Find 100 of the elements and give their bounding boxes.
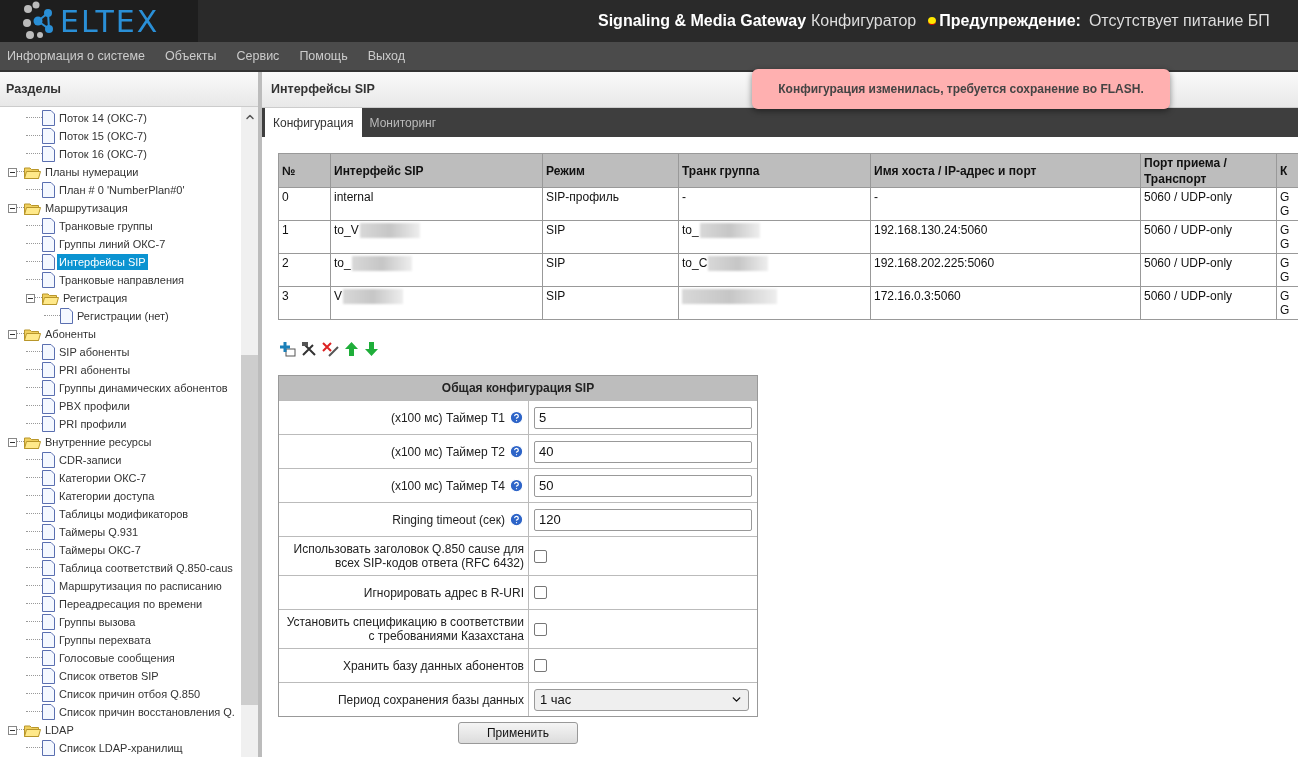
tree-item[interactable]: Голосовые сообщения [57,650,177,666]
folder-icon [24,201,41,215]
table-cell: SIP-профиль [546,190,619,204]
checkbox[interactable] [534,622,547,636]
tree-item[interactable]: Список причин восстановления Q. [57,704,237,720]
tree-item[interactable]: Регистрация [61,290,130,306]
page-icon [42,560,55,576]
column-header: Имя хоста / IP-адрес и порт [874,162,1037,179]
tree-item[interactable]: Категории доступа [57,488,157,504]
menu-item[interactable]: Объекты [165,46,217,66]
tree-item[interactable]: Группы перехвата [57,632,153,648]
page-icon [42,182,55,198]
table-cell: to_ [334,256,351,270]
tree-item[interactable]: Поток 16 (ОКС-7) [57,146,149,162]
tree-item[interactable]: Таймеры Q.931 [57,524,141,540]
column-header: Порт приема / Транспорт [1144,154,1228,187]
tree-item[interactable]: Поток 14 (ОКС-7) [57,110,149,126]
tree-item[interactable]: Транковые направления [57,272,187,288]
menu-item[interactable]: Информация о системе [7,46,145,66]
tree-item[interactable]: Маршрутизация по расписанию [57,578,224,594]
table-cell: 192.168.202.225:5060 [874,256,995,270]
tree-item[interactable]: Абоненты [43,326,98,342]
tree-item[interactable]: Группы вызова [57,614,138,630]
menu-item[interactable]: Выход [367,46,406,66]
tree-item[interactable]: Таймеры ОКС-7 [57,542,143,558]
collapse-toggle[interactable] [8,725,17,735]
page-icon [42,596,55,612]
page-icon [42,398,55,414]
tree-item[interactable]: SIP абоненты [57,344,132,360]
tree-item[interactable]: План # 0 'NumberPlan#0' [57,182,187,198]
tree-item[interactable]: Транковые группы [57,218,155,234]
tree-item[interactable]: Таблица соответствий Q.850-caus [57,560,235,576]
collapse-toggle[interactable] [8,437,17,447]
tree-item[interactable]: Категории ОКС-7 [57,470,149,486]
tree-item[interactable]: Планы нумерации [43,164,141,180]
collapse-toggle[interactable] [26,293,35,303]
tab[interactable]: Конфигурация [265,108,362,137]
table-cell: - [874,190,878,204]
tree-item[interactable]: Список LDAP-хранилищ [57,740,185,756]
help-icon[interactable] [509,478,524,493]
tree-item[interactable]: Список ответов SIP [57,668,161,684]
help-icon[interactable] [509,410,524,425]
text-field[interactable]: 50 [534,474,752,497]
panel-title: Интерфейсы SIP [271,81,375,99]
tree-item[interactable]: Группы динамических абонентов [57,380,230,396]
checkbox[interactable] [534,586,547,599]
tree-item[interactable]: LDAP [43,722,76,738]
tree-item[interactable]: Внутренние ресурсы [43,434,154,450]
tree-item[interactable]: Маршрутизация [43,200,130,216]
scrollbar[interactable] [241,107,258,757]
table-cell: G G [1280,190,1288,218]
page-icon [42,668,55,684]
warning-label: Предупреждение: [939,11,1081,31]
tree-item[interactable]: PRI абоненты [57,362,133,378]
checkbox[interactable] [534,659,547,672]
checkbox[interactable] [534,549,547,563]
tree-item[interactable]: PBX профили [57,398,133,414]
text-field[interactable]: 40 [534,440,752,463]
page-icon [42,254,55,270]
tree-item[interactable]: PRI профили [57,416,129,432]
help-icon[interactable] [509,444,524,459]
arrow-down-icon[interactable] [364,341,379,357]
field-label: Ringing timeout (сек) [392,512,505,527]
add-row-icon[interactable] [280,341,296,357]
table-cell: 172.16.0.3:5060 [874,289,961,303]
tree-item[interactable]: Таблицы модификаторов [57,506,191,522]
page-icon [42,218,55,234]
tree-item[interactable]: CDR-записи [57,452,124,468]
menu-item[interactable]: Помощь [299,46,348,66]
panel-title: Разделы [6,80,61,98]
table-cell: to_C [682,256,708,270]
tree-item[interactable]: Переадресация по времени [57,596,205,612]
tree-item[interactable]: Регистрации (нет) [75,308,171,324]
field-label: Использовать заголовок Q.850 cause для всех SIP-кодов ответа (RFC 6432) [292,542,524,570]
table-cell: 192.168.130.24:5060 [874,223,988,237]
select-dropdown[interactable]: 1 час [534,688,749,711]
tree-item[interactable]: Группы линий ОКС-7 [57,236,168,252]
text-field[interactable]: 5 [534,406,752,429]
folder-icon [24,723,41,737]
table-cell: to_ [682,223,699,237]
menu-item[interactable]: Сервис [236,46,280,66]
collapse-toggle[interactable] [8,167,17,177]
table-cell: G G [1280,289,1288,317]
field-label: Хранить базу данных абонентов [342,658,524,673]
help-icon[interactable] [509,512,524,527]
field-label: Установить спецификацию в соответствии с требованиями Казахстана [285,615,524,643]
arrow-up-icon[interactable] [344,341,359,357]
table-cell: 5060 / UDP-only [1144,256,1233,270]
column-header: К [1280,162,1288,179]
text-field[interactable]: 120 [534,508,752,531]
apply-button[interactable]: Применить [458,722,578,744]
field-label: (x100 мс) Таймер T2 [390,444,505,459]
tree-item[interactable]: Поток 15 (ОКС-7) [57,128,149,144]
collapse-toggle[interactable] [8,329,17,339]
collapse-toggle[interactable] [8,203,17,213]
tree-item[interactable]: Список причин отбоя Q.850 [57,686,203,702]
tab[interactable]: Мониторинг [361,108,445,137]
delete-icon[interactable] [322,341,339,357]
page-icon [42,362,55,378]
table-cell: 5060 / UDP-only [1144,289,1233,303]
